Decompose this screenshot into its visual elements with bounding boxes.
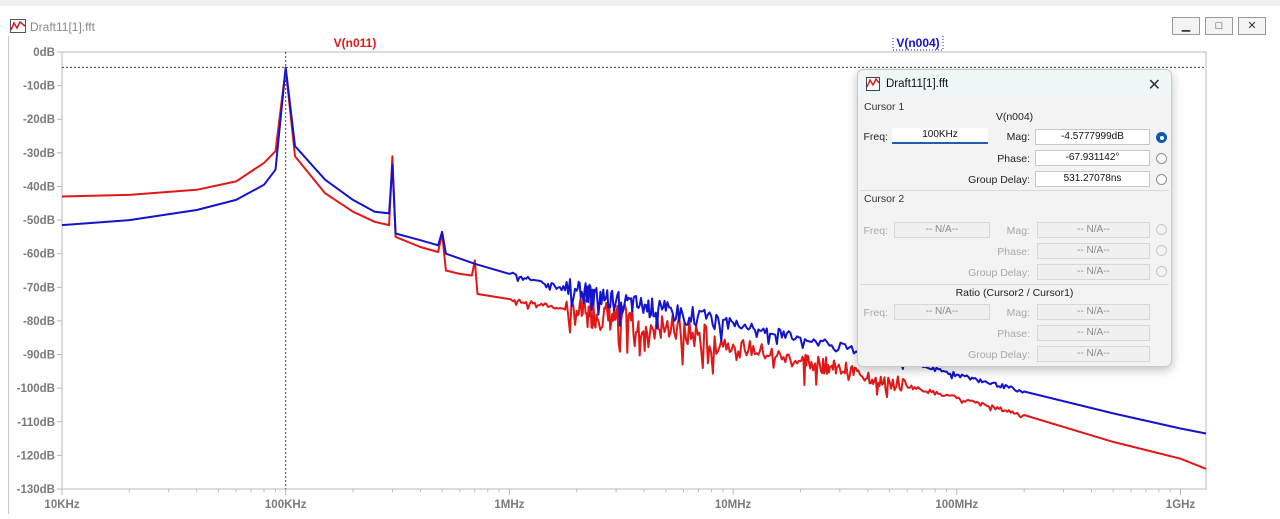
cursor2-mag-field[interactable]: -- N/A-- <box>1037 222 1150 238</box>
x-axis-ticks: 10KHz 100KHz 1MHz 10MHz 100MHz 1GHz <box>44 489 1195 511</box>
cursor1-group-delay-field[interactable]: 531.27078ns <box>1035 171 1150 187</box>
separator <box>860 190 1169 191</box>
cursor2-phase-field[interactable]: -- N/A-- <box>1037 243 1150 259</box>
ratio-group-delay-label: Group Delay: <box>968 349 1030 361</box>
cursor1-phase-field[interactable]: -67.931142° <box>1035 150 1150 166</box>
window-title: Draft11[1].fft <box>30 20 95 34</box>
x-tick-label: 10MHz <box>715 499 752 511</box>
maximize-button[interactable]: □ <box>1205 17 1233 35</box>
x-tick-label: 100KHz <box>265 499 307 511</box>
cursor-dialog[interactable]: Draft11[1].fft ✕ Cursor 1 V(n004) Freq: … <box>857 69 1172 367</box>
cursor1-mag-label: Mag: <box>1006 131 1030 143</box>
y-tick-label: -40dB <box>23 181 55 193</box>
y-tick-label: -80dB <box>23 316 55 328</box>
ratio-phase-field: -- N/A-- <box>1037 325 1150 341</box>
close-button[interactable]: ✕ <box>1238 17 1266 35</box>
y-tick-label: -70dB <box>23 282 55 294</box>
cursor2-group-delay-radio[interactable] <box>1156 266 1167 277</box>
separator <box>860 284 1169 285</box>
ratio-freq-label: Freq: <box>863 307 888 319</box>
y-tick-label: -90dB <box>23 350 55 362</box>
y-axis-ticks: 0dB -10dB -20dB -30dB -40dB -50dB -60dB -70dB -8… <box>17 47 62 496</box>
cursor2-group-delay-field[interactable]: -- N/A-- <box>1037 264 1150 280</box>
x-tick-label: 1MHz <box>494 499 524 511</box>
cursor1-mag-radio[interactable] <box>1156 132 1167 143</box>
y-tick-label: -20dB <box>23 114 55 126</box>
y-tick-label: -100dB <box>17 383 55 395</box>
cursor1-phase-label: Phase: <box>997 153 1030 165</box>
x-tick-label: 1GHz <box>1166 499 1196 511</box>
cursor1-freq-input[interactable]: 100KHz <box>892 128 988 144</box>
y-tick-label: 0dB <box>33 47 55 59</box>
cursor2-freq-input[interactable]: -- N/A-- <box>894 222 990 238</box>
cursor1-freq-label: Freq: <box>863 131 888 143</box>
minimize-button[interactable]: ▁ <box>1172 17 1200 35</box>
dialog-title: Draft11[1].fft <box>886 78 949 90</box>
dialog-close-icon[interactable]: ✕ <box>1148 75 1161 95</box>
y-tick-label: -50dB <box>23 215 55 227</box>
y-tick-label: -110dB <box>17 417 55 429</box>
ratio-freq-field: -- N/A-- <box>894 304 990 320</box>
y-tick-label: -120dB <box>17 450 55 462</box>
cursor2-phase-radio[interactable] <box>1156 245 1167 256</box>
cursor1-mag-field[interactable]: -4.5777999dB <box>1035 129 1150 145</box>
cursor1-trace-name: V(n004) <box>995 111 1034 123</box>
ratio-group-delay-field: -- N/A-- <box>1037 346 1150 362</box>
cursor1-group-delay-radio[interactable] <box>1156 174 1167 185</box>
x-tick-label: 100MHz <box>935 499 978 511</box>
y-tick-label: -30dB <box>23 148 55 160</box>
trace-label-v-n004-group[interactable]: V(n004) <box>892 34 944 51</box>
y-tick-label: -60dB <box>23 249 55 261</box>
waveform-app-icon <box>10 19 26 33</box>
cursor2-phase-label: Phase: <box>997 246 1030 258</box>
trace-label-v-n011[interactable]: V(n011) <box>334 36 377 50</box>
cursor2-group-delay-label: Group Delay: <box>968 267 1030 279</box>
ratio-section-label: Ratio (Cursor2 / Cursor1) <box>955 287 1074 299</box>
ratio-mag-label: Mag: <box>1006 307 1030 319</box>
cursor2-freq-label: Freq: <box>863 225 888 237</box>
cursor1-phase-radio[interactable] <box>1156 153 1167 164</box>
cursor2-section-label: Cursor 2 <box>864 193 905 205</box>
trace-label-v-n004[interactable]: V(n004) <box>896 36 939 50</box>
window-titlebar[interactable]: Draft11[1].fft ▁ □ ✕ <box>0 6 1280 36</box>
x-tick-label: 10KHz <box>44 499 79 511</box>
ratio-phase-label: Phase: <box>997 328 1030 340</box>
y-tick-label: -130dB <box>17 484 55 496</box>
cursor1-group-delay-label: Group Delay: <box>968 174 1030 186</box>
dialog-titlebar[interactable]: Draft11[1].fft ✕ <box>858 70 1171 100</box>
cursor-app-icon <box>866 77 880 91</box>
cursor2-mag-label: Mag: <box>1006 225 1030 237</box>
ratio-mag-field: -- N/A-- <box>1037 304 1150 320</box>
cursor2-mag-radio[interactable] <box>1156 224 1167 235</box>
y-tick-label: -10dB <box>23 81 55 93</box>
